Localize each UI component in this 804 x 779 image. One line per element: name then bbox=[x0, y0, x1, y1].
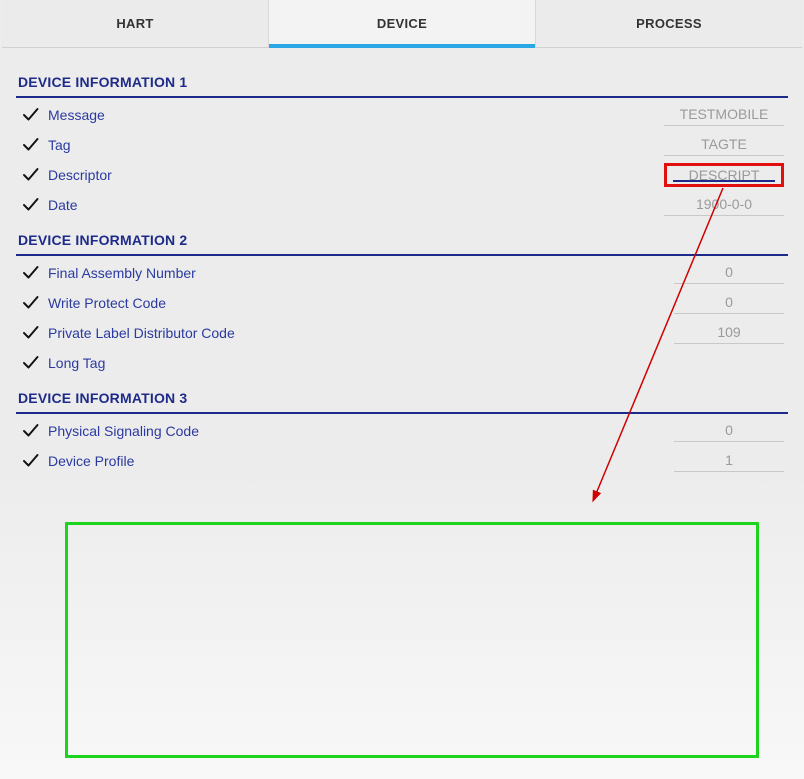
checkmark-icon bbox=[16, 324, 44, 342]
row-tag[interactable]: Tag TAGTE bbox=[16, 130, 788, 160]
row-final-assembly[interactable]: Final Assembly Number 0 bbox=[16, 258, 788, 288]
row-value[interactable]: TAGTE bbox=[664, 133, 784, 156]
row-label: Date bbox=[44, 197, 664, 213]
section-title: DEVICE INFORMATION 3 bbox=[16, 378, 788, 412]
row-label: Descriptor bbox=[44, 167, 664, 183]
row-value[interactable]: 1 bbox=[674, 449, 784, 472]
row-label: Tag bbox=[44, 137, 664, 153]
tab-label: HART bbox=[116, 16, 153, 31]
annotation-target-box bbox=[65, 522, 759, 758]
row-device-profile[interactable]: Device Profile 1 bbox=[16, 446, 788, 476]
row-label: Long Tag bbox=[44, 355, 674, 371]
section-divider bbox=[16, 412, 788, 414]
tab-process[interactable]: PROCESS bbox=[536, 0, 802, 47]
row-value-highlighted[interactable]: DESCRIPT bbox=[664, 163, 784, 187]
row-label: Physical Signaling Code bbox=[44, 423, 674, 439]
row-value[interactable]: 1900-0-0 bbox=[664, 193, 784, 216]
tab-device[interactable]: DEVICE bbox=[268, 0, 536, 47]
row-label: Write Protect Code bbox=[44, 295, 674, 311]
section-divider bbox=[16, 96, 788, 98]
checkmark-icon bbox=[16, 166, 44, 184]
row-label: Final Assembly Number bbox=[44, 265, 674, 281]
row-long-tag[interactable]: Long Tag bbox=[16, 348, 788, 378]
tab-bar: HART DEVICE PROCESS bbox=[2, 0, 802, 48]
row-label: Device Profile bbox=[44, 453, 674, 469]
row-physical-signaling[interactable]: Physical Signaling Code 0 bbox=[16, 416, 788, 446]
section-divider bbox=[16, 254, 788, 256]
row-value[interactable]: 0 bbox=[674, 291, 784, 314]
checkmark-icon bbox=[16, 264, 44, 282]
tab-hart[interactable]: HART bbox=[2, 0, 268, 47]
row-message[interactable]: Message TESTMOBILE bbox=[16, 100, 788, 130]
row-descriptor[interactable]: Descriptor DESCRIPT bbox=[16, 160, 788, 190]
checkmark-icon bbox=[16, 106, 44, 124]
row-value[interactable]: 109 bbox=[674, 321, 784, 344]
content-area: DEVICE INFORMATION 1 Message TESTMOBILE … bbox=[0, 48, 804, 476]
row-value[interactable]: 0 bbox=[674, 261, 784, 284]
row-label: Message bbox=[44, 107, 664, 123]
checkmark-icon bbox=[16, 136, 44, 154]
row-write-protect[interactable]: Write Protect Code 0 bbox=[16, 288, 788, 318]
row-value[interactable]: TESTMOBILE bbox=[664, 103, 784, 126]
row-label: Private Label Distributor Code bbox=[44, 325, 674, 341]
checkmark-icon bbox=[16, 196, 44, 214]
tab-label: DEVICE bbox=[377, 16, 427, 31]
checkmark-icon bbox=[16, 294, 44, 312]
tab-label: PROCESS bbox=[636, 16, 702, 31]
checkmark-icon bbox=[16, 452, 44, 470]
section-title: DEVICE INFORMATION 2 bbox=[16, 220, 788, 254]
row-date[interactable]: Date 1900-0-0 bbox=[16, 190, 788, 220]
checkmark-icon bbox=[16, 422, 44, 440]
section-title: DEVICE INFORMATION 1 bbox=[16, 62, 788, 96]
row-value[interactable]: 0 bbox=[674, 419, 784, 442]
checkmark-icon bbox=[16, 354, 44, 372]
row-private-label[interactable]: Private Label Distributor Code 109 bbox=[16, 318, 788, 348]
